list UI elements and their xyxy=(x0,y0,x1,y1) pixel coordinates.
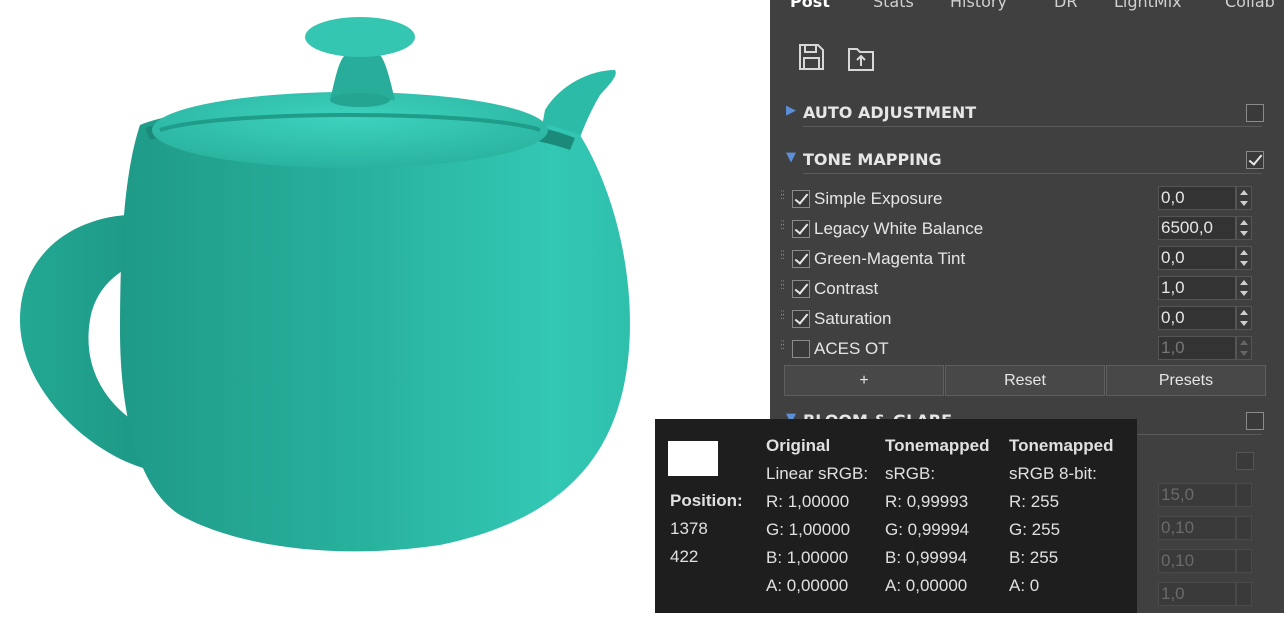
tone-mapping-toggle[interactable] xyxy=(1246,151,1264,169)
value-field[interactable]: 0,0 xyxy=(1158,186,1236,210)
tab-collab[interactable]: Collab xyxy=(1225,0,1275,11)
tone-row-aces-ot[interactable]: :::: ACES OT 1,0 xyxy=(780,335,1284,363)
row-checkbox[interactable] xyxy=(792,190,810,208)
divider xyxy=(803,126,1262,127)
tonemapped8-b: B: 255 xyxy=(1009,548,1059,567)
spinner[interactable] xyxy=(1236,306,1252,330)
tonemapped8-header: Tonemapped xyxy=(1009,436,1114,455)
row-checkbox[interactable] xyxy=(792,220,810,238)
tab-history[interactable]: History xyxy=(950,0,1007,11)
row-label: ACES OT xyxy=(814,339,889,358)
row-label: Saturation xyxy=(814,309,892,328)
reset-button[interactable]: Reset xyxy=(945,365,1105,396)
tone-row-contrast[interactable]: :::: Contrast 1,0 xyxy=(780,275,1284,303)
auto-adjustment-toggle[interactable] xyxy=(1246,104,1264,122)
divider xyxy=(803,173,1262,174)
add-button[interactable]: + xyxy=(784,365,944,396)
presets-button[interactable]: Presets xyxy=(1106,365,1266,396)
original-g: G: 1,00000 xyxy=(766,520,851,539)
position-y: 422 xyxy=(670,547,699,566)
chevron-right-icon[interactable]: ▶ xyxy=(786,103,796,118)
row-label: Contrast xyxy=(814,279,879,298)
value-field[interactable]: 6500,0 xyxy=(1158,216,1236,240)
row-label: Green-Magenta Tint xyxy=(814,249,966,268)
position-x: 1378 xyxy=(670,519,708,538)
spinner[interactable] xyxy=(1236,483,1252,507)
tonemapped8-r: R: 255 xyxy=(1009,492,1060,511)
bloom-glare-toggle[interactable] xyxy=(1246,412,1264,430)
drag-handle-icon[interactable]: :::: xyxy=(780,339,786,353)
original-header: Original xyxy=(766,436,831,455)
spinner[interactable] xyxy=(1236,582,1252,606)
tab-post[interactable]: Post xyxy=(790,0,830,11)
bloom-field[interactable]: 1,0 xyxy=(1158,582,1236,606)
spinner[interactable] xyxy=(1236,216,1252,240)
bloom-option-checkbox[interactable] xyxy=(1236,452,1254,470)
spinner[interactable] xyxy=(1236,276,1252,300)
bloom-field[interactable]: 0,10 xyxy=(1158,516,1236,540)
row-checkbox[interactable] xyxy=(792,340,810,358)
original-a: A: 0,00000 xyxy=(766,576,849,595)
tone-row-white-balance[interactable]: :::: Legacy White Balance 6500,0 xyxy=(780,215,1284,243)
tonemapped-a: A: 0,00000 xyxy=(885,576,968,595)
spinner xyxy=(1236,336,1252,360)
tab-lightmix[interactable]: LightMix xyxy=(1114,0,1182,11)
drag-handle-icon[interactable]: :::: xyxy=(780,279,786,293)
row-checkbox[interactable] xyxy=(792,280,810,298)
tonemapped-space: sRGB: xyxy=(885,464,936,483)
color-swatch xyxy=(668,441,718,476)
tone-mapping-button-bar: + Reset Presets xyxy=(784,365,1266,396)
spinner[interactable] xyxy=(1236,549,1252,573)
chevron-down-icon[interactable]: ▼ xyxy=(786,150,796,165)
tone-row-saturation[interactable]: :::: Saturation 0,0 xyxy=(780,305,1284,333)
tab-dr[interactable]: DR xyxy=(1054,0,1077,11)
row-checkbox[interactable] xyxy=(792,250,810,268)
drag-handle-icon[interactable]: :::: xyxy=(780,189,786,203)
row-checkbox[interactable] xyxy=(792,310,810,328)
spinner[interactable] xyxy=(1236,516,1252,540)
tonemapped-header: Tonemapped xyxy=(885,436,990,455)
original-space: Linear sRGB: xyxy=(766,464,869,483)
tone-row-tint[interactable]: :::: Green-Magenta Tint 0,0 xyxy=(780,245,1284,273)
row-label: Simple Exposure xyxy=(814,189,943,208)
bloom-field[interactable]: 15,0 xyxy=(1158,483,1236,507)
save-icon[interactable] xyxy=(796,42,830,76)
original-b: B: 1,00000 xyxy=(766,548,849,567)
tonemapped8-g: G: 255 xyxy=(1009,520,1061,539)
spinner[interactable] xyxy=(1236,186,1252,210)
value-field[interactable]: 1,0 xyxy=(1158,276,1236,300)
pixel-info-tooltip: Position: 1378 422 Original Linear sRGB:… xyxy=(655,419,1137,613)
tab-stats[interactable]: Stats xyxy=(873,0,914,11)
value-field: 1,0 xyxy=(1158,336,1236,360)
spinner[interactable] xyxy=(1236,246,1252,270)
section-title: AUTO ADJUSTMENT xyxy=(803,103,977,122)
drag-handle-icon[interactable]: :::: xyxy=(780,219,786,233)
original-r: R: 1,00000 xyxy=(766,492,850,511)
tone-row-simple-exposure[interactable]: :::: Simple Exposure 0,0 xyxy=(780,185,1284,213)
drag-handle-icon[interactable]: :::: xyxy=(780,249,786,263)
tonemapped8-a: A: 0 xyxy=(1009,576,1040,595)
drag-handle-icon[interactable]: :::: xyxy=(780,309,786,323)
export-icon[interactable] xyxy=(846,42,880,76)
section-auto-adjustment[interactable]: ▶ AUTO ADJUSTMENT xyxy=(784,99,1284,127)
tonemapped-g: G: 0,99994 xyxy=(885,520,970,539)
tonemapped8-space: sRGB 8-bit: xyxy=(1009,464,1097,483)
position-label: Position: xyxy=(670,491,743,510)
bloom-field[interactable]: 0,10 xyxy=(1158,549,1236,573)
row-label: Legacy White Balance xyxy=(814,219,984,238)
section-tone-mapping[interactable]: ▼ TONE MAPPING xyxy=(784,146,1284,174)
section-title: TONE MAPPING xyxy=(803,150,942,169)
tonemapped-r: R: 0,99993 xyxy=(885,492,969,511)
tab-bar: Post Stats History DR LightMix Collab xyxy=(770,0,1284,14)
tonemapped-b: B: 0,99994 xyxy=(885,548,968,567)
value-field[interactable]: 0,0 xyxy=(1158,306,1236,330)
value-field[interactable]: 0,0 xyxy=(1158,246,1236,270)
